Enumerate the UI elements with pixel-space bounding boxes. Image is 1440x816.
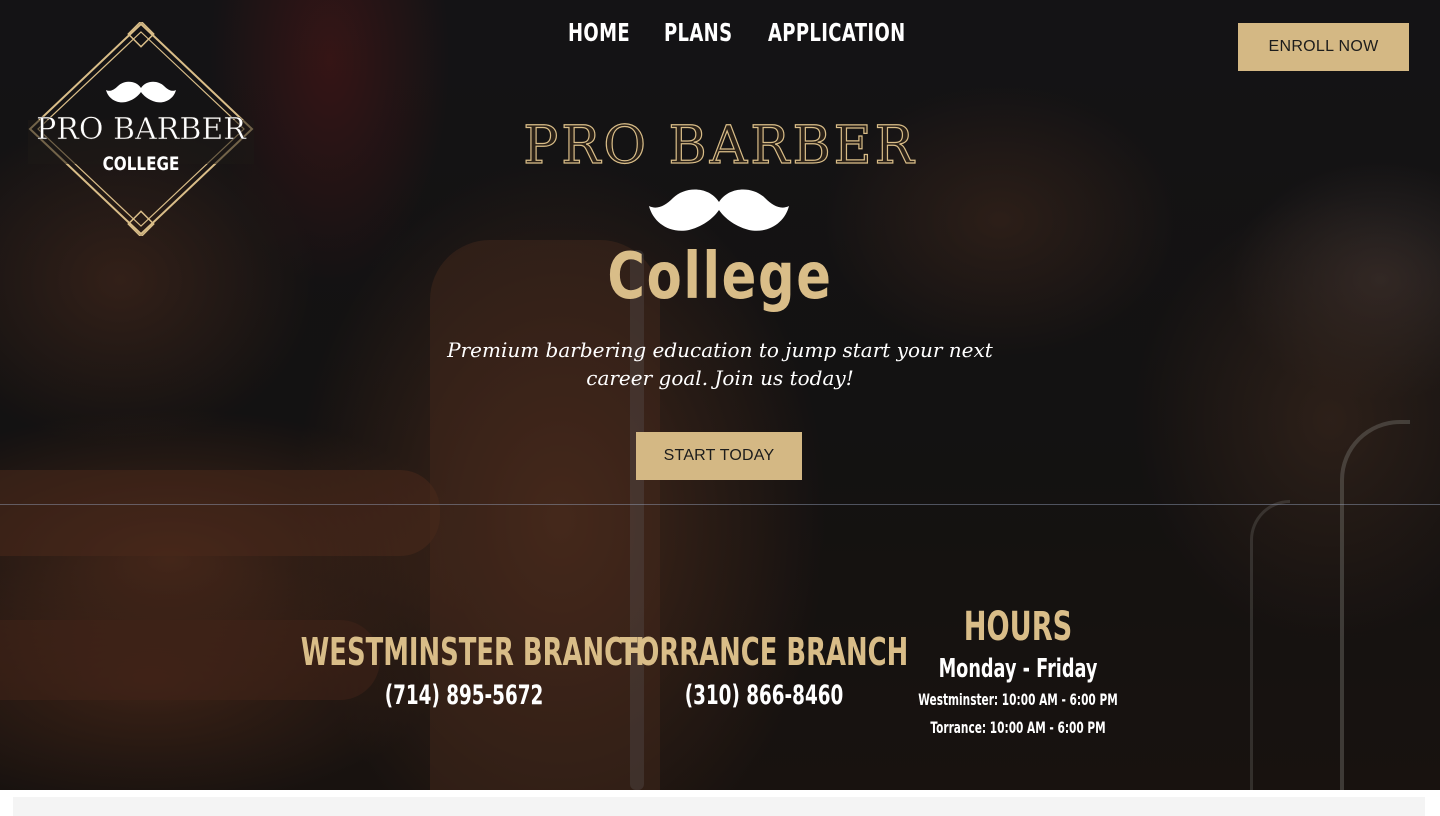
- torrance-branch-title: TORRANCE BRANCH: [619, 630, 909, 674]
- main-nav: HOME PLANS APPLICATION: [568, 18, 905, 47]
- hours-westminster: Westminster: 10:00 AM - 6:00 PM: [918, 690, 1118, 709]
- nav-link-home[interactable]: HOME: [568, 18, 630, 47]
- westminster-branch-phone[interactable]: (714) 895-5672: [342, 680, 587, 711]
- next-section-edge: [13, 797, 1425, 816]
- logo-text-college: COLLEGE: [102, 153, 180, 175]
- nav-link-application[interactable]: APPLICATION: [768, 18, 905, 47]
- enroll-now-button[interactable]: ENROLL NOW: [1238, 23, 1409, 71]
- nav-link-plans[interactable]: PLANS: [664, 18, 732, 47]
- mustache-icon: [106, 81, 176, 103]
- hero-tagline-line-2: career goal. Join us today!: [586, 366, 854, 390]
- section-divider: [0, 504, 1440, 505]
- hero-tagline: Premium barbering education to jump star…: [420, 336, 1020, 392]
- hero-tagline-line-1: Premium barbering education to jump star…: [447, 338, 993, 362]
- hours-days: Monday - Friday: [938, 654, 1098, 684]
- hero-title-pro-barber: PRO BARBER: [523, 115, 917, 176]
- site-logo[interactable]: PRO BARBER COLLEGE: [28, 22, 254, 236]
- logo-text-pro-barber: PRO BARBER: [36, 112, 246, 148]
- start-today-button[interactable]: START TODAY: [636, 432, 802, 480]
- hero-section: PRO BARBER COLLEGE HOME PLANS APPLICATIO…: [0, 0, 1440, 790]
- torrance-branch-phone[interactable]: (310) 866-8460: [642, 680, 887, 711]
- hours-torrance: Torrance: 10:00 AM - 6:00 PM: [930, 718, 1106, 737]
- hero-title-college: College: [607, 240, 833, 314]
- hours-title: HOURS: [963, 604, 1073, 650]
- westminster-branch-title: WESTMINSTER BRANCH: [300, 630, 645, 674]
- hero-mustache-icon: [649, 189, 789, 231]
